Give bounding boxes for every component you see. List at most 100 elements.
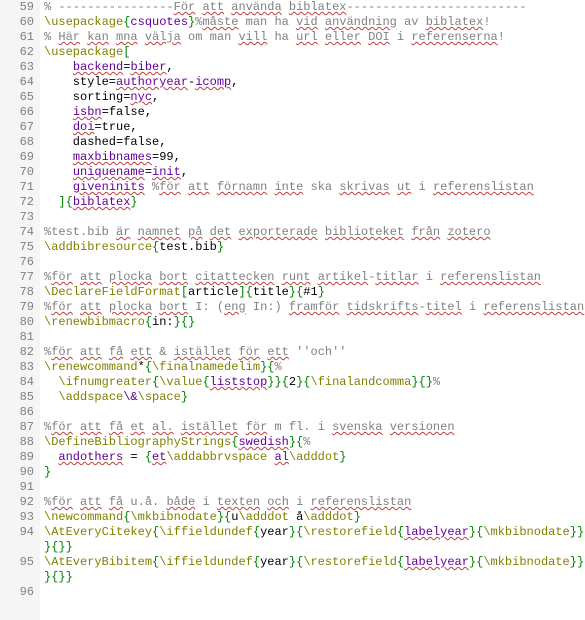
code-line[interactable]: \usepackage[ (44, 45, 585, 60)
code-line[interactable]: \addspace\&\space} (44, 390, 585, 405)
code-line[interactable]: \newcommand{\mkbibnodate}{u\adddot å\add… (44, 510, 585, 525)
token (339, 300, 346, 314)
token: referenserna (411, 30, 497, 44)
token (174, 420, 181, 434)
token (44, 105, 73, 119)
code-line[interactable]: }{}} (44, 570, 585, 585)
code-line[interactable]: backend=biber, (44, 60, 585, 75)
code-line[interactable]: %för att plocka bort I: (eng In:) framfö… (44, 300, 585, 315)
code-line[interactable] (44, 405, 585, 420)
token (73, 270, 80, 284)
code-line[interactable] (44, 255, 585, 270)
token: nyc (130, 90, 152, 104)
token: att (80, 495, 102, 509)
token: giveninits (73, 180, 145, 194)
token (318, 225, 325, 239)
code-line[interactable]: andothers = {et\addabbrvspace al\adddot} (44, 450, 585, 465)
code-line[interactable]: isbn=false, (44, 105, 585, 120)
code-line[interactable]: \ifnumgreater{\value{liststop}}{2}{\fina… (44, 375, 585, 390)
token: att (80, 300, 102, 314)
code-line[interactable]: doi=true, (44, 120, 585, 135)
code-line[interactable]: maxbibnames=99, (44, 150, 585, 165)
code-line[interactable] (44, 330, 585, 345)
line-number: 80 (0, 315, 34, 330)
token: av (397, 15, 426, 29)
line-number: 82 (0, 345, 34, 360)
code-line[interactable]: }{}} (44, 540, 585, 555)
token: DOI (368, 30, 390, 44)
token (44, 120, 73, 134)
token: få (109, 420, 123, 434)
token: För (174, 0, 196, 14)
token (44, 150, 73, 164)
code-line[interactable]: \DefineBibliographyStrings{swedish}{% (44, 435, 585, 450)
token: \addbibresource (44, 240, 152, 254)
token: }{ (217, 510, 231, 524)
code-line[interactable]: %för att få u.å. både i texten och i ref… (44, 495, 585, 510)
code-line[interactable]: % Här kan mna välja om man vill ha url e… (44, 30, 585, 45)
token: }{} (174, 315, 196, 329)
token: vill (238, 30, 267, 44)
token: authoryear (116, 75, 188, 89)
code-line[interactable]: \renewcommand*{\finalnamedelim}{% (44, 360, 585, 375)
token: ''och'' (289, 345, 347, 359)
token: }{}} (44, 540, 73, 554)
token: \finalnamedelim (152, 360, 260, 374)
token: framför (289, 300, 339, 314)
code-line[interactable] (44, 480, 585, 495)
token: & (152, 345, 174, 359)
token: % (274, 360, 281, 374)
code-line[interactable]: uniquename=init, (44, 165, 585, 180)
token: labelyear (404, 555, 469, 569)
token (44, 195, 58, 209)
code-line[interactable] (44, 210, 585, 225)
token: = (145, 165, 152, 179)
token: istället (181, 420, 239, 434)
token (102, 495, 109, 509)
token: titlar (375, 270, 418, 284)
token (202, 225, 209, 239)
code-line[interactable]: %för att plocka bort citattecken runt ar… (44, 270, 585, 285)
token: i (390, 30, 412, 44)
token: få (109, 495, 123, 509)
token: \renewbibmacro (44, 315, 145, 329)
token: ska (303, 180, 339, 194)
code-area[interactable]: % ----------------För att använda biblat… (40, 0, 585, 620)
token: }{ (289, 525, 303, 539)
token (210, 180, 217, 194)
code-line[interactable]: sorting=nyc, (44, 90, 585, 105)
code-line[interactable]: } (44, 465, 585, 480)
token: \addabbrvspace (166, 450, 267, 464)
code-line[interactable]: \AtEveryBibitem{\iffieldundef{year}{\res… (44, 555, 585, 570)
code-line[interactable]: style=authoryear-icomp, (44, 75, 585, 90)
code-line[interactable]: %test.bib är namnet på det exporterade b… (44, 225, 585, 240)
token (73, 495, 80, 509)
line-number: 63 (0, 60, 34, 75)
code-editor[interactable]: 5960616263646566676869707172737475767778… (0, 0, 585, 620)
line-number: 65 (0, 90, 34, 105)
token: ! (483, 15, 490, 29)
line-number: 60 (0, 15, 34, 30)
code-line[interactable]: \usepackage{csquotes}%måste man ha vid a… (44, 15, 585, 30)
token: biblatex (73, 195, 131, 209)
code-line[interactable]: %för att få et al. istället för m fl. i … (44, 420, 585, 435)
code-line[interactable]: \DeclareFieldFormat[article]{title}{#1} (44, 285, 585, 300)
line-number: 89 (0, 450, 34, 465)
token: url (296, 30, 318, 44)
code-line[interactable]: \addbibresource{test.bib} (44, 240, 585, 255)
token: , (152, 90, 159, 104)
token: att (80, 420, 102, 434)
token: exporterade (238, 225, 317, 239)
code-line[interactable]: \AtEveryCitekey{\iffieldundef{year}{\res… (44, 525, 585, 540)
token: artikel (318, 270, 368, 284)
code-line[interactable]: ]{biblatex} (44, 195, 585, 210)
token: \mkbibnodate (130, 510, 216, 524)
code-line[interactable] (44, 585, 585, 600)
code-line[interactable]: dashed=false, (44, 135, 585, 150)
code-line[interactable]: giveninits %för att förnamn inte ska skr… (44, 180, 585, 195)
code-line[interactable]: %för att få ett & istället för ett ''och… (44, 345, 585, 360)
code-line[interactable]: % ----------------För att använda biblat… (44, 0, 585, 15)
token: \addspace (58, 390, 123, 404)
code-line[interactable]: \renewbibmacro{in:}{} (44, 315, 585, 330)
token: för (246, 420, 268, 434)
